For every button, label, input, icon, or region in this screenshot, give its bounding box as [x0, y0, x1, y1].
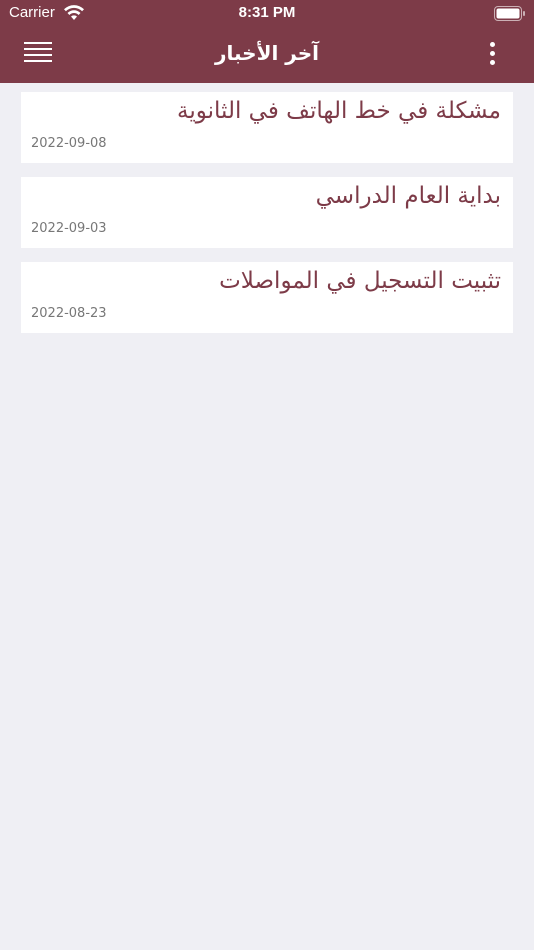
page-title: آخر الأخبار	[214, 41, 320, 65]
status-time: 8:31 PM	[238, 4, 296, 21]
status-bar: Carrier 8:31 PM	[0, 0, 534, 28]
news-item[interactable]: بداية العام الدراسي 2022-09-03	[21, 177, 513, 248]
navigation-bar: آخر الأخبار	[0, 28, 534, 83]
news-title: بداية العام الدراسي	[315, 183, 501, 209]
more-options-button[interactable]	[484, 42, 500, 66]
app-header: Carrier 8:31 PM آخر الأخبار	[0, 0, 534, 83]
news-list: مشكلة في خط الهاتف في الثانوية 2022-09-0…	[21, 92, 513, 347]
battery-icon	[494, 6, 525, 21]
news-date: 2022-09-08	[31, 136, 107, 151]
news-item[interactable]: مشكلة في خط الهاتف في الثانوية 2022-09-0…	[21, 92, 513, 163]
news-title: مشكلة في خط الهاتف في الثانوية	[177, 98, 501, 124]
more-vertical-icon	[489, 42, 495, 47]
news-item[interactable]: تثبيت التسجيل في المواصلات 2022-08-23	[21, 262, 513, 333]
news-date: 2022-09-03	[31, 221, 107, 236]
news-title: تثبيت التسجيل في المواصلات	[219, 268, 501, 294]
news-date: 2022-08-23	[31, 306, 107, 321]
